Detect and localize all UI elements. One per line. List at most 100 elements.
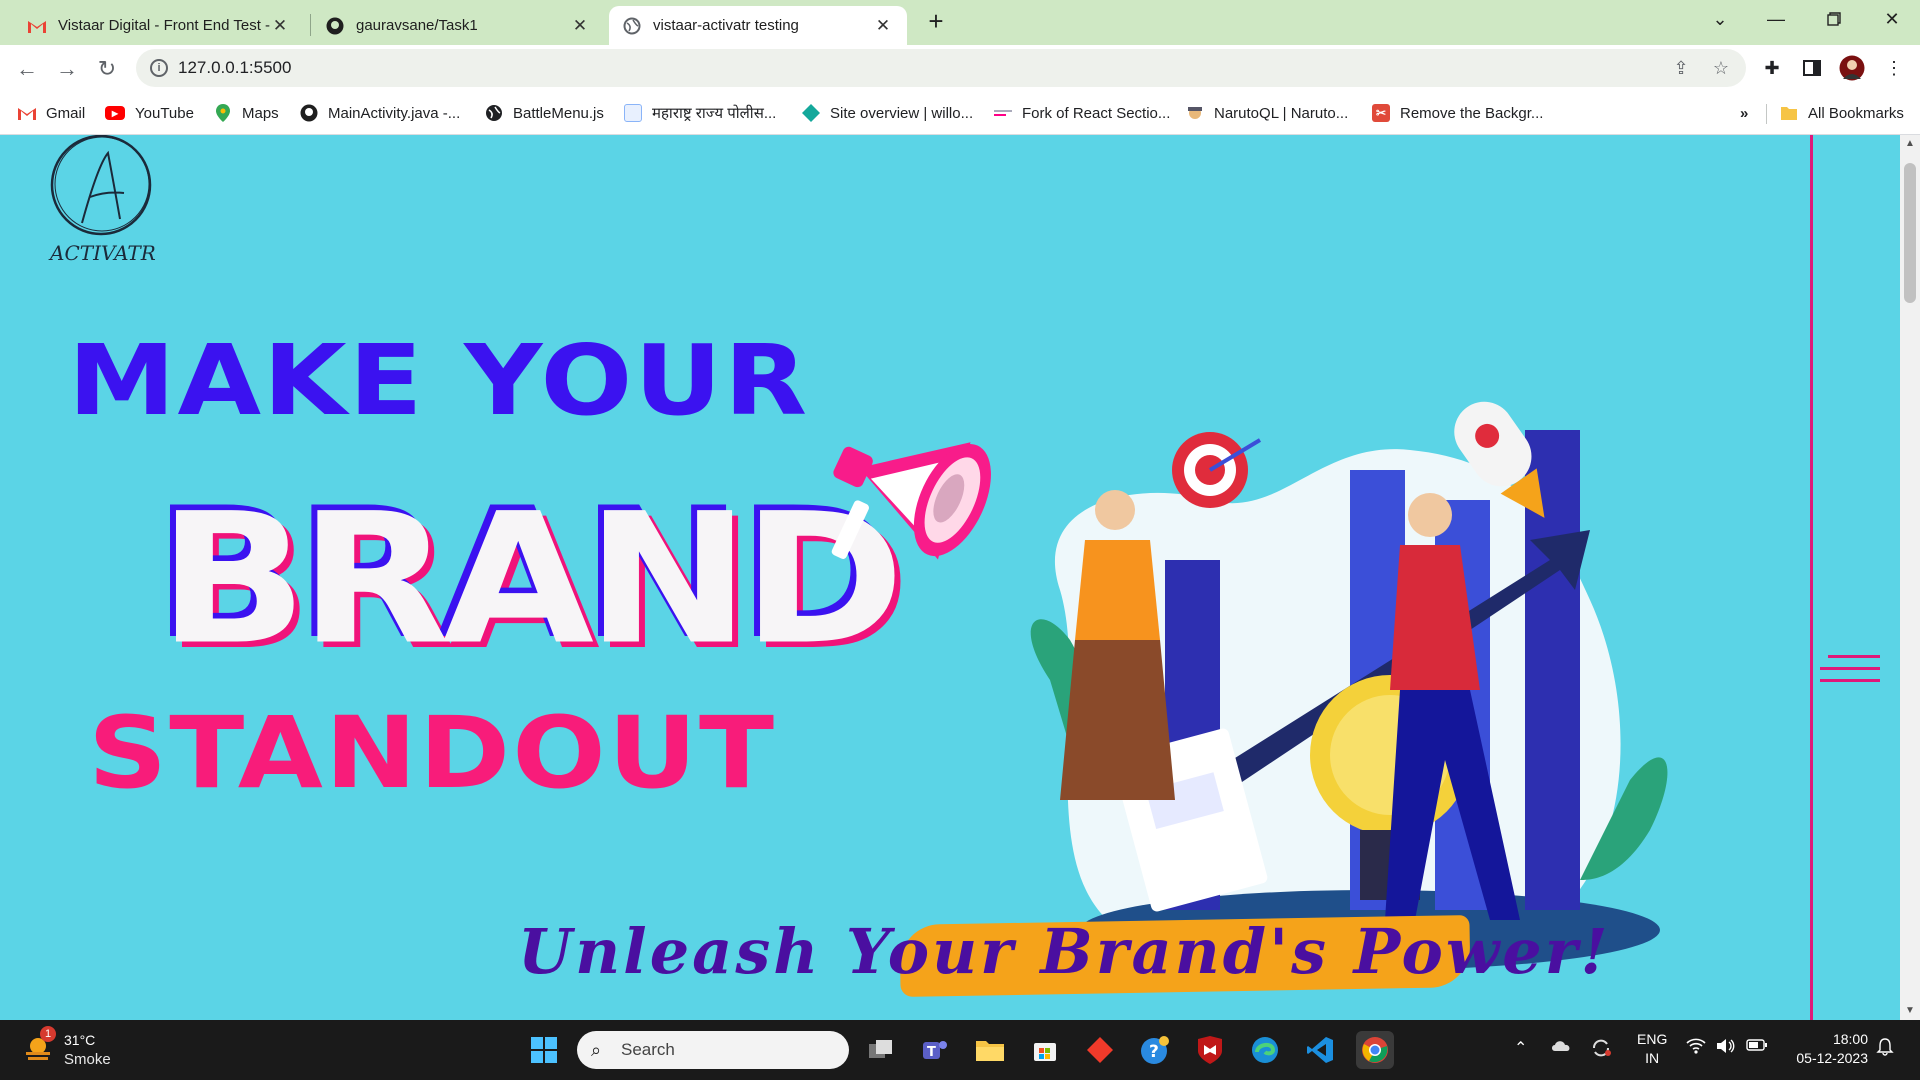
clock-date: 05-12-2023 xyxy=(1796,1050,1868,1066)
tab-vistaar-digital[interactable]: Vistaar Digital - Front End Test - ✕ xyxy=(14,6,304,45)
task-view-icon[interactable] xyxy=(862,1031,900,1069)
activatr-logo[interactable]: ACTIVATR xyxy=(46,135,156,265)
tab-separator xyxy=(310,14,311,36)
system-clock[interactable]: 18:00 05-12-2023 xyxy=(1786,1030,1868,1068)
bookmark-label: All Bookmarks xyxy=(1808,104,1904,122)
minimize-button[interactable]: — xyxy=(1748,0,1804,38)
windows-taskbar: 1 31°C Smoke ⌕ Search T ? ⌃ ENG IN 18:00… xyxy=(0,1020,1920,1080)
globe-icon xyxy=(623,17,641,35)
tab-search-chevron-icon[interactable]: ⌄ xyxy=(1692,0,1748,38)
onedrive-cloud-icon[interactable] xyxy=(1550,1038,1572,1057)
scroll-up-arrow-icon[interactable]: ▲ xyxy=(1900,135,1920,153)
start-button[interactable] xyxy=(525,1031,563,1069)
language-code: ENG xyxy=(1637,1031,1668,1047)
gmail-icon xyxy=(28,17,46,35)
bookmark-label: Gmail xyxy=(46,104,86,122)
share-icon[interactable]: ⇪ xyxy=(1670,57,1692,79)
chrome-icon[interactable] xyxy=(1356,1031,1394,1069)
forward-button[interactable]: → xyxy=(51,53,83,85)
info-icon[interactable]: i xyxy=(150,59,168,77)
region-code: IN xyxy=(1645,1050,1660,1066)
weather-condition: Smoke xyxy=(64,1051,111,1068)
netlify-icon xyxy=(802,104,820,122)
browser-toolbar: ← → ↻ i 127.0.0.1:5500 ⇪ ☆ ✚ ⋮ xyxy=(0,45,1920,92)
bookmark-maps[interactable]: Maps xyxy=(214,102,279,124)
bookmark-label: Maps xyxy=(242,104,279,122)
scroll-thumb[interactable] xyxy=(1904,163,1916,303)
removebg-icon: ✂ xyxy=(1372,104,1390,122)
bookmark-label: महाराष्ट्र राज्य पोलीस... xyxy=(652,105,777,122)
close-window-button[interactable]: ✕ xyxy=(1864,0,1920,38)
megaphone-illustration xyxy=(810,370,1000,630)
vscode-icon[interactable] xyxy=(1301,1031,1339,1069)
menu-kebab-icon[interactable]: ⋮ xyxy=(1880,54,1908,82)
bookmark-label: YouTube xyxy=(135,104,194,122)
page-scrollbar[interactable]: ▲ ▼ xyxy=(1900,135,1920,1020)
address-bar[interactable]: i 127.0.0.1:5500 ⇪ ☆ xyxy=(136,49,1746,87)
sync-icon[interactable] xyxy=(1590,1038,1612,1063)
teams-icon[interactable]: T xyxy=(916,1031,954,1069)
headline-standout: STANDOUT xyxy=(88,695,777,811)
headline-brand: BRAND xyxy=(158,475,905,685)
notification-bell-icon[interactable] xyxy=(1876,1038,1894,1061)
maps-icon xyxy=(214,104,232,122)
weather-badge: 1 xyxy=(40,1026,56,1042)
scroll-down-arrow-icon[interactable]: ▼ xyxy=(1900,1002,1920,1020)
bookmark-narutoql[interactable]: NarutoQL | Naruto... xyxy=(1186,102,1348,124)
bookmark-label: BattleMenu.js xyxy=(513,104,604,122)
tab-github[interactable]: gauravsane/Task1 ✕ xyxy=(312,6,604,45)
logo-text: ACTIVATR xyxy=(48,241,156,265)
language-indicator[interactable]: ENG IN xyxy=(1637,1030,1667,1068)
help-icon[interactable]: ? xyxy=(1136,1031,1174,1069)
bookmark-label: MainActivity.java -... xyxy=(328,104,461,122)
youtube-icon: ▶ xyxy=(105,106,125,120)
star-icon[interactable]: ☆ xyxy=(1710,57,1732,79)
tab-vistaar-activatr[interactable]: vistaar-activatr testing ✕ xyxy=(609,6,907,45)
microsoft-store-icon[interactable] xyxy=(1026,1031,1064,1069)
restore-button[interactable] xyxy=(1806,0,1862,38)
search-label: Search xyxy=(621,1040,675,1059)
close-icon[interactable]: ✕ xyxy=(570,16,590,36)
bookmark-mainactivity[interactable]: MainActivity.java -... xyxy=(300,102,460,124)
close-icon[interactable]: ✕ xyxy=(270,16,290,36)
bookmark-battlemenu[interactable]: BattleMenu.js xyxy=(485,102,604,124)
folder-icon xyxy=(1780,104,1798,122)
url-text: 127.0.0.1:5500 xyxy=(178,58,292,77)
tab-title: gauravsane/Task1 xyxy=(356,17,478,34)
bookmark-fork-react[interactable]: Fork of React Sectio... xyxy=(994,102,1170,124)
bookmark-label: Fork of React Sectio... xyxy=(1022,104,1171,122)
extensions-icon[interactable]: ✚ xyxy=(1758,54,1786,82)
bookmark-youtube[interactable]: ▶ YouTube xyxy=(105,102,194,124)
bookmark-gmail[interactable]: Gmail xyxy=(18,102,85,124)
all-bookmarks-button[interactable]: All Bookmarks xyxy=(1780,102,1904,124)
volume-icon[interactable] xyxy=(1716,1038,1736,1059)
wifi-icon[interactable] xyxy=(1686,1038,1706,1059)
bookmark-site-overview[interactable]: Site overview | willo... xyxy=(802,102,973,124)
hamburger-menu-icon[interactable] xyxy=(1820,647,1880,693)
close-icon[interactable]: ✕ xyxy=(873,16,893,36)
codesandbox-icon xyxy=(994,104,1012,122)
gmail-icon xyxy=(18,104,36,122)
globe-icon xyxy=(485,104,503,122)
headline-make-your: MAKE YOUR xyxy=(68,325,810,438)
battery-icon[interactable] xyxy=(1746,1038,1768,1057)
tab-strip: Vistaar Digital - Front End Test - ✕ gau… xyxy=(0,0,1920,45)
bookmark-label: Remove the Backgr... xyxy=(1400,104,1544,122)
document-icon xyxy=(624,104,642,122)
file-explorer-icon[interactable] xyxy=(971,1031,1009,1069)
back-button[interactable]: ← xyxy=(11,53,43,85)
mcafee-icon[interactable] xyxy=(1191,1031,1229,1069)
taskbar-search[interactable]: ⌕ Search xyxy=(577,1031,849,1069)
new-tab-button[interactable]: + xyxy=(922,8,950,36)
side-panel-icon[interactable] xyxy=(1798,54,1826,82)
more-bookmarks-button[interactable]: » xyxy=(1740,102,1748,124)
red-diamond-app-icon[interactable] xyxy=(1081,1031,1119,1069)
weather-widget[interactable]: 1 31°C Smoke xyxy=(24,1026,164,1070)
edge-icon[interactable] xyxy=(1246,1031,1284,1069)
bookmark-remove-bg[interactable]: ✂ Remove the Backgr... xyxy=(1372,102,1543,124)
bookmark-maharashtra-police[interactable]: महाराष्ट्र राज्य पोलीस... xyxy=(624,102,776,124)
reload-button[interactable]: ↻ xyxy=(91,53,123,85)
profile-avatar[interactable] xyxy=(1838,54,1866,82)
tray-chevron-up-icon[interactable]: ⌃ xyxy=(1514,1038,1527,1058)
side-accent-line xyxy=(1810,135,1813,1020)
